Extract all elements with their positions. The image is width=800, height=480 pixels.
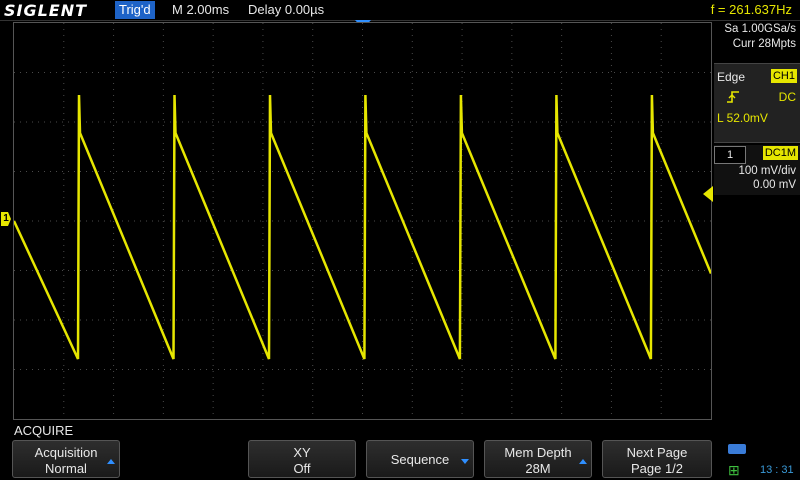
softkey-value: Off [293, 461, 311, 476]
xy-mode-softkey[interactable]: XY Off [248, 440, 356, 478]
channel-1-offset-marker[interactable]: 1 [1, 212, 11, 226]
softkey-label: XY [293, 445, 311, 460]
sample-rate: Sa 1.00GSa/s [724, 23, 796, 35]
waveform-display[interactable] [12, 22, 713, 420]
delay-readout[interactable]: Delay 0.00µs [248, 2, 324, 17]
frequency-counter: f = 261.637Hz [710, 2, 792, 17]
system-clock: 13 : 31 [760, 464, 794, 476]
sequence-softkey[interactable]: Sequence [366, 440, 474, 478]
channel-settings-panel[interactable]: 1 DC1M 100 mV/div 0.00 mV [714, 145, 800, 195]
softkey-label: Next Page [626, 445, 688, 460]
arrow-up-icon [107, 459, 115, 464]
softkey-value: Page 1/2 [630, 461, 684, 476]
volts-per-div: 100 mV/div [738, 165, 796, 177]
brand-logo: SIGLENT [4, 1, 88, 20]
acquisition-info: Sa 1.00GSa/s Curr 28Mpts [716, 22, 796, 52]
arrow-up-icon [579, 459, 587, 464]
softkey-value: 28M [525, 461, 551, 476]
trigger-status-badge[interactable]: Trig'd [115, 1, 155, 19]
mem-depth-softkey[interactable]: Mem Depth 28M [484, 440, 592, 478]
channel-coupling-badge: DC1M [762, 146, 798, 160]
acquisition-mode-softkey[interactable]: Acquisition Normal [12, 440, 120, 478]
top-status-bar: SIGLENT Trig'd M 2.00ms Delay 0.00µs f =… [0, 0, 800, 21]
softkey-label: Sequence [390, 452, 450, 467]
softkey-value: Normal [45, 461, 87, 476]
trigger-level: L 52.0mV [717, 111, 768, 125]
system-status: ⊞ 13 : 31 [726, 442, 798, 478]
waveform-canvas [12, 23, 713, 419]
next-page-softkey[interactable]: Next Page Page 1/2 [602, 440, 712, 478]
softkey-label: Mem Depth [504, 445, 572, 460]
trigger-type: Edge [717, 70, 746, 84]
trigger-coupling: DC [778, 90, 796, 104]
menu-title: ACQUIRE [14, 423, 74, 438]
softkey-label: Acquisition [34, 445, 98, 460]
memory-points: Curr 28Mpts [732, 38, 796, 50]
channel-number: 1 [714, 146, 746, 164]
timebase-readout[interactable]: M 2.00ms [172, 2, 229, 17]
trigger-settings-panel[interactable]: Edge CH1 DC L 52.0mV [714, 63, 800, 143]
arrow-down-icon [461, 459, 469, 464]
channel-offset: 0.00 mV [753, 179, 796, 191]
network-icon: ⊞ [728, 462, 740, 478]
trigger-level-marker[interactable] [703, 186, 713, 202]
rising-edge-icon [726, 90, 740, 107]
trigger-source-badge: CH1 [770, 69, 797, 83]
usb-device-icon [728, 444, 746, 454]
